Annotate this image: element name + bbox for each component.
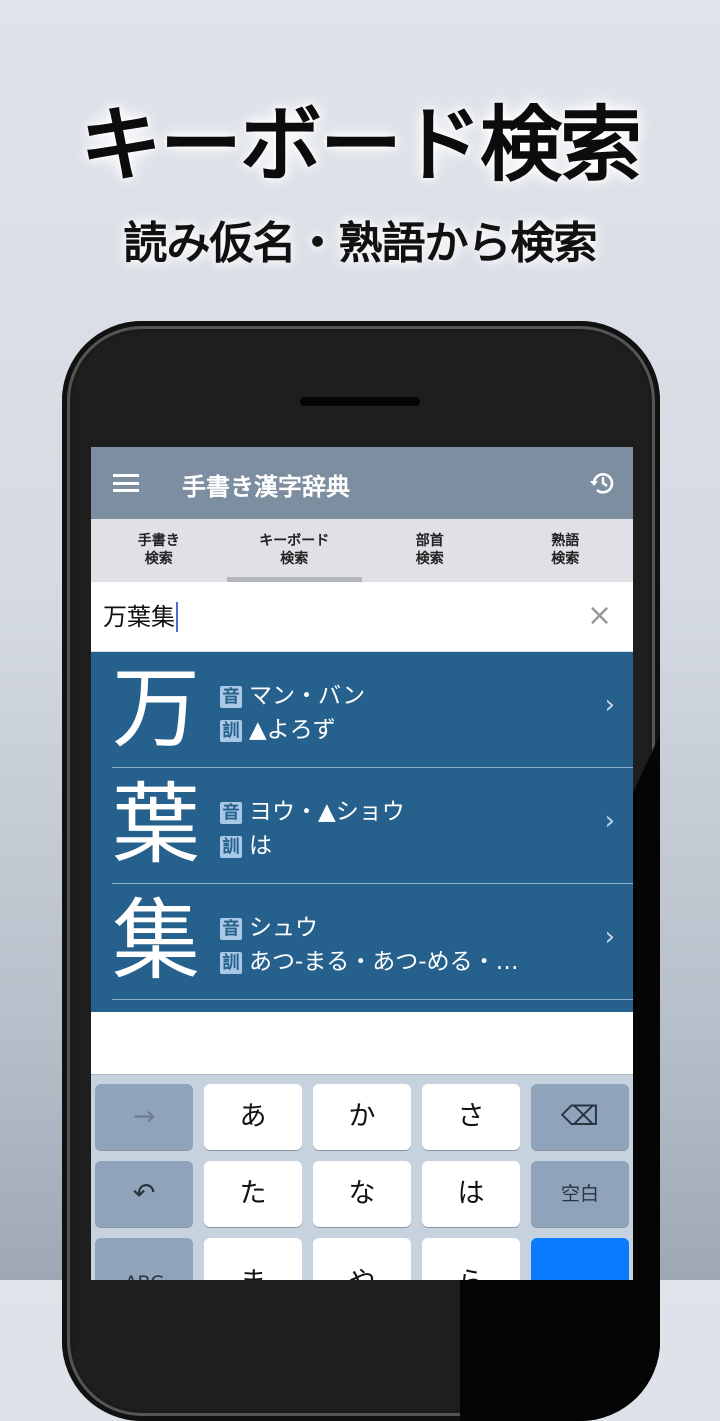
- on-reading-badge: 音: [220, 918, 242, 940]
- search-input[interactable]: 万葉集: [103, 602, 178, 632]
- on-reading: 音ヨウ・▲ショウ: [220, 792, 405, 826]
- cursor-right-key[interactable]: →: [95, 1084, 193, 1150]
- on-reading: 音マン・バン: [220, 676, 365, 710]
- result-kanji: 集: [112, 889, 201, 992]
- kun-reading-badge: 訓: [220, 952, 242, 974]
- tab-keyboard-search[interactable]: キーボード 検索: [226, 519, 363, 582]
- key-a[interactable]: あ: [204, 1084, 302, 1150]
- chevron-right-icon: ›: [604, 922, 615, 952]
- tab-compound-search[interactable]: 熟語 検索: [498, 519, 634, 582]
- key-ta[interactable]: た: [204, 1161, 302, 1227]
- search-field[interactable]: 万葉集 ×: [91, 582, 633, 652]
- enter-key[interactable]: [531, 1238, 629, 1280]
- on-reading-text: シュウ: [249, 915, 318, 941]
- tab-handwriting-search[interactable]: 手書き 検索: [91, 519, 227, 582]
- results-list: 万 音マン・バン 訓 ▲よろず › 葉 音ヨウ・▲ショウ 訓は › 集 音シュウ …: [91, 652, 633, 1012]
- kun-reading-text: ▲よろず: [249, 717, 336, 743]
- app-screen: 手書き漢字辞典 手書き 検索 キーボード 検索 部首 検索 熟語 検索 万葉集 …: [91, 447, 633, 1280]
- result-kanji: 葉: [112, 773, 201, 876]
- on-reading-badge: 音: [220, 686, 242, 708]
- on-reading: 音シュウ: [220, 908, 318, 942]
- tab-label-line1: 手書き: [137, 533, 180, 549]
- undo-key[interactable]: ↶: [95, 1161, 193, 1227]
- on-reading-text: ヨウ・▲ショウ: [249, 799, 405, 825]
- tab-radical-search[interactable]: 部首 検索: [362, 519, 498, 582]
- kana-keyboard: → あ か さ ⌫ ↶ た な は 空白 ABC ま や ら: [91, 1074, 633, 1280]
- kun-reading: 訓は: [220, 826, 272, 860]
- tab-label-line1: キーボード: [259, 533, 330, 549]
- abc-key[interactable]: ABC: [95, 1238, 193, 1280]
- chevron-right-icon: ›: [604, 690, 615, 720]
- kun-reading-badge: 訓: [220, 720, 242, 742]
- on-reading-text: マン・バン: [249, 683, 366, 709]
- tab-label-line2: 検索: [280, 551, 309, 567]
- tab-label-line2: 検索: [415, 551, 444, 567]
- phone-speaker: [300, 397, 420, 406]
- promo-headline: キーボード検索: [79, 97, 642, 193]
- tab-label-line1: 熟語: [551, 533, 580, 549]
- backspace-key[interactable]: ⌫: [531, 1084, 629, 1150]
- kun-reading-text: は: [249, 833, 272, 859]
- search-mode-tabs: 手書き 検索 キーボード 検索 部首 検索 熟語 検索: [91, 519, 633, 582]
- key-ra[interactable]: ら: [422, 1238, 520, 1280]
- key-ya[interactable]: や: [313, 1238, 411, 1280]
- app-bar: 手書き漢字辞典: [91, 447, 633, 519]
- kun-reading: 訓 ▲よろず: [220, 710, 336, 744]
- app-title: 手書き漢字辞典: [182, 473, 350, 501]
- tab-label-line2: 検索: [144, 551, 173, 567]
- list-item[interactable]: 集 音シュウ 訓あつ-まる・あつ-める・… ›: [112, 884, 633, 1000]
- key-na[interactable]: な: [313, 1161, 411, 1227]
- key-ka[interactable]: か: [313, 1084, 411, 1150]
- clear-icon[interactable]: ×: [587, 601, 612, 631]
- kun-reading-badge: 訓: [220, 836, 242, 858]
- kun-reading-text: あつ-まる・あつ-める・…: [249, 949, 519, 975]
- promo-subline: 読み仮名・熟語から検索: [123, 218, 598, 269]
- history-icon[interactable]: [589, 469, 617, 497]
- result-kanji: 万: [112, 657, 201, 760]
- tab-label-line1: 部首: [415, 533, 444, 549]
- list-item[interactable]: 万 音マン・バン 訓 ▲よろず ›: [112, 652, 633, 768]
- hamburger-menu-icon[interactable]: [113, 474, 139, 492]
- kun-reading: 訓あつ-まる・あつ-める・…: [220, 942, 519, 976]
- tab-label-line2: 検索: [551, 551, 580, 567]
- key-ma[interactable]: ま: [204, 1238, 302, 1280]
- space-key[interactable]: 空白: [531, 1161, 629, 1227]
- key-ha[interactable]: は: [422, 1161, 520, 1227]
- on-reading-badge: 音: [220, 802, 242, 824]
- chevron-right-icon: ›: [604, 806, 615, 836]
- key-sa[interactable]: さ: [422, 1084, 520, 1150]
- list-item[interactable]: 葉 音ヨウ・▲ショウ 訓は ›: [112, 768, 633, 884]
